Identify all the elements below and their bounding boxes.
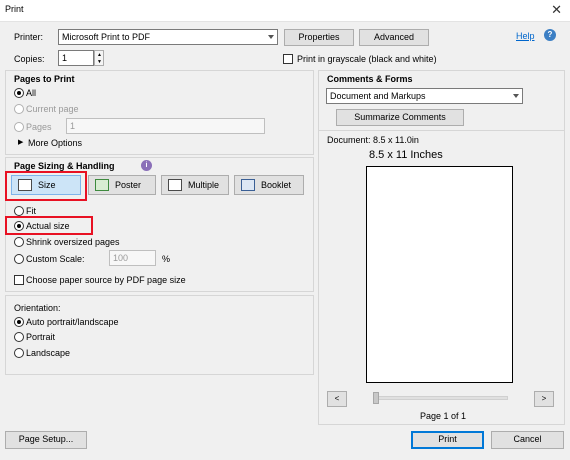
cancel-button[interactable]: Cancel xyxy=(491,431,564,449)
pages-range-radio[interactable] xyxy=(14,122,24,132)
properties-button[interactable]: Properties xyxy=(284,29,354,46)
booklet-button-label: Booklet xyxy=(261,180,292,190)
page-preview xyxy=(366,166,513,383)
more-options-link[interactable]: More Options xyxy=(28,138,82,148)
pages-range-label: Pages xyxy=(26,122,52,132)
page-slider-track[interactable] xyxy=(373,396,508,400)
poster-icon xyxy=(95,179,109,191)
portrait-label: Portrait xyxy=(26,332,56,342)
next-page-button[interactable]: > xyxy=(534,391,554,407)
current-page-radio[interactable] xyxy=(14,104,24,114)
window-title: Print xyxy=(5,4,24,14)
close-icon[interactable]: ✕ xyxy=(551,2,562,18)
pages-all-radio[interactable] xyxy=(14,88,24,98)
advanced-button[interactable]: Advanced xyxy=(359,29,429,46)
shrink-label: Shrink oversized pages xyxy=(26,237,120,247)
chevron-down-icon xyxy=(508,89,522,103)
comments-forms-title: Comments & Forms xyxy=(327,74,413,84)
multiple-button[interactable]: Multiple xyxy=(161,175,229,195)
document-size-label: Document: 8.5 x 11.0in xyxy=(327,135,419,145)
shrink-radio[interactable] xyxy=(14,237,24,247)
landscape-radio[interactable] xyxy=(14,348,24,358)
current-page-label: Current page xyxy=(26,104,79,114)
paper-source-label: Choose paper source by PDF page size xyxy=(26,275,186,285)
page-size-label: 8.5 x 11 Inches xyxy=(369,149,443,161)
poster-button[interactable]: Poster xyxy=(88,175,156,195)
pages-all-label: All xyxy=(26,88,37,98)
summarize-comments-button[interactable]: Summarize Comments xyxy=(336,109,464,126)
orientation-title: Orientation: xyxy=(14,303,61,313)
page-indicator: Page 1 of 1 xyxy=(420,411,467,421)
poster-button-label: Poster xyxy=(115,180,142,190)
custom-scale-input[interactable]: 100 xyxy=(109,250,156,266)
pages-to-print-title: Pages to Print xyxy=(14,74,75,84)
custom-scale-label: Custom Scale: xyxy=(26,254,85,264)
comments-forms-selected-value: Document and Markups xyxy=(330,91,426,101)
grayscale-checkbox[interactable] xyxy=(283,54,293,64)
multiple-button-label: Multiple xyxy=(188,180,220,190)
help-link[interactable]: Help xyxy=(516,31,535,41)
spin-up-icon[interactable]: ▲ xyxy=(97,52,102,58)
actual-size-label: Actual size xyxy=(26,221,70,231)
booklet-button[interactable]: Booklet xyxy=(234,175,304,195)
landscape-label: Landscape xyxy=(26,348,71,358)
grayscale-label: Print in grayscale (black and white) xyxy=(297,54,437,64)
paper-source-checkbox[interactable] xyxy=(14,275,24,285)
help-icon[interactable]: ? xyxy=(544,29,556,41)
chevron-down-icon xyxy=(263,30,277,44)
copies-input[interactable]: 1 xyxy=(58,50,94,66)
copies-label: Copies: xyxy=(14,54,45,64)
fit-label: Fit xyxy=(26,206,36,216)
spin-down-icon[interactable]: ▼ xyxy=(97,59,102,65)
booklet-icon xyxy=(241,179,255,191)
multiple-icon xyxy=(168,179,182,191)
previous-page-button[interactable]: < xyxy=(327,391,347,407)
fit-radio[interactable] xyxy=(14,206,24,216)
expand-triangle-icon[interactable]: ▶ xyxy=(18,138,23,146)
portrait-radio[interactable] xyxy=(14,332,24,342)
comments-forms-select[interactable]: Document and Markups xyxy=(326,88,523,104)
auto-orientation-radio[interactable] xyxy=(14,317,24,327)
percent-label: % xyxy=(162,254,171,264)
actual-size-radio[interactable] xyxy=(14,221,24,231)
size-button[interactable]: Size xyxy=(11,175,81,195)
page-setup-button[interactable]: Page Setup... xyxy=(5,431,87,449)
page-sizing-title: Page Sizing & Handling xyxy=(14,161,115,171)
size-icon xyxy=(18,179,32,191)
printer-select[interactable]: Microsoft Print to PDF xyxy=(58,29,278,45)
pages-range-input[interactable]: 1 xyxy=(66,118,265,134)
printer-selected-value: Microsoft Print to PDF xyxy=(62,32,151,42)
print-button[interactable]: Print xyxy=(411,431,484,449)
printer-label: Printer: xyxy=(14,32,44,42)
size-button-label: Size xyxy=(38,180,56,190)
title-bar: Print ✕ xyxy=(0,0,570,22)
auto-orientation-label: Auto portrait/landscape xyxy=(26,317,119,327)
custom-scale-radio[interactable] xyxy=(14,254,24,264)
info-icon[interactable]: i xyxy=(141,160,152,171)
page-slider-thumb[interactable] xyxy=(373,392,379,404)
copies-stepper[interactable]: ▲ ▼ xyxy=(94,50,104,66)
